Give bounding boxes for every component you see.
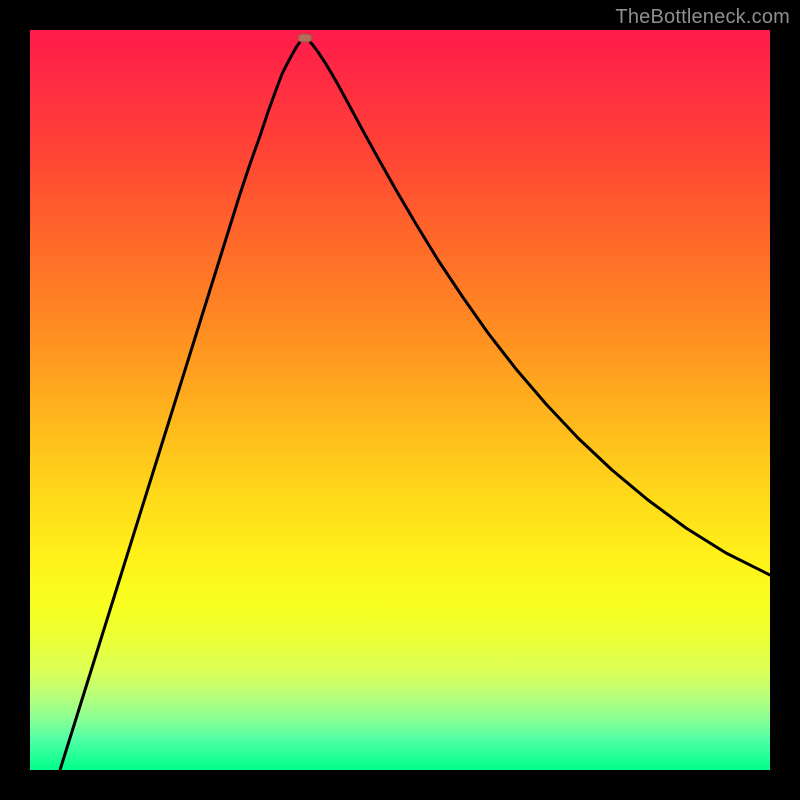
plot-area [30,30,770,770]
watermark-text: TheBottleneck.com [615,6,790,29]
minimum-marker [298,34,312,42]
curve-svg [30,30,770,770]
chart-frame: TheBottleneck.com [0,0,800,800]
bottleneck-curve [60,38,770,770]
